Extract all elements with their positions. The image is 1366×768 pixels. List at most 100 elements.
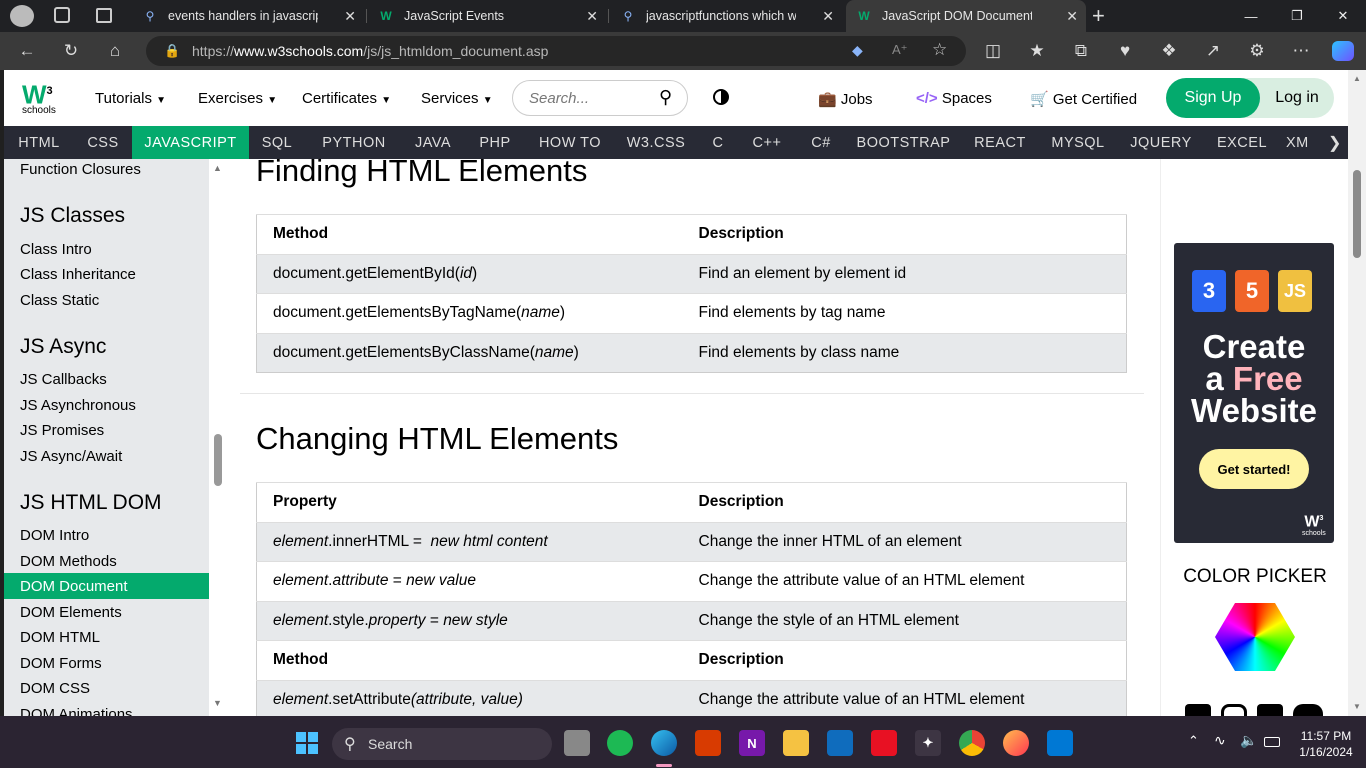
sidebar-item-dom-elements[interactable]: DOM Elements <box>20 604 122 621</box>
topic-excel[interactable]: EXCEL <box>1204 126 1280 159</box>
scroll-up-icon[interactable]: ▲ <box>213 163 222 173</box>
nav-tutorials[interactable]: Tutorials ▼ <box>95 90 166 107</box>
new-tab-button[interactable]: + <box>1092 3 1105 29</box>
onenote-icon[interactable]: N <box>739 730 765 756</box>
sidebar-item-dom-intro[interactable]: DOM Intro <box>20 527 89 544</box>
nav-certificates[interactable]: Certificates ▼ <box>302 90 391 107</box>
sidebar-item-class-static[interactable]: Class Static <box>20 292 99 309</box>
taskbar-search-box[interactable]: ⚲ Search <box>332 728 552 760</box>
topic-cpp[interactable]: C++ <box>737 126 797 159</box>
sidebar-item-class-inheritance[interactable]: Class Inheritance <box>20 266 136 283</box>
chrome-icon[interactable] <box>959 730 985 756</box>
topic-html[interactable]: HTML <box>4 126 74 159</box>
volume-icon[interactable]: 🔈 <box>1240 732 1257 749</box>
task-view-icon[interactable] <box>564 730 590 756</box>
more-menu-icon[interactable]: ⋯ <box>1290 40 1312 62</box>
topic-css[interactable]: CSS <box>74 126 132 159</box>
nav-exercises[interactable]: Exercises ▼ <box>198 90 277 107</box>
sidebar-item-js-asynchronous[interactable]: JS Asynchronous <box>20 397 136 414</box>
sidebar-item-dom-forms[interactable]: DOM Forms <box>20 655 102 672</box>
xbox-game-icon[interactable] <box>871 730 897 756</box>
browser-tab[interactable]: W JavaScript Events ✕ <box>368 0 606 32</box>
firefox-icon[interactable] <box>1003 730 1029 756</box>
topic-bootstrap[interactable]: BOOTSTRAP <box>845 126 962 159</box>
wifi-icon[interactable]: ∿ <box>1214 732 1226 749</box>
dark-mode-toggle-icon[interactable] <box>713 89 729 105</box>
back-icon[interactable]: ← <box>16 40 38 62</box>
topic-c[interactable]: C <box>699 126 737 159</box>
instagram-icon[interactable] <box>1221 704 1247 716</box>
shopping-tag-icon[interactable]: ◆ <box>852 42 863 59</box>
workspaces-icon[interactable] <box>54 7 70 23</box>
favorite-star-icon[interactable]: ☆ <box>932 40 947 60</box>
chevron-right-icon[interactable]: ❯ <box>1322 126 1348 159</box>
browser-tab[interactable]: ⚲ events handlers in javascript list ✕ <box>132 0 364 32</box>
sidebar-item-dom-document[interactable]: DOM Document <box>20 578 128 595</box>
get-started-button[interactable]: Get started! <box>1199 449 1309 489</box>
close-window-button[interactable]: ✕ <box>1320 0 1366 32</box>
address-bar[interactable]: 🔒 https://www.w3schools.com/js/js_htmldo… <box>146 36 966 66</box>
read-aloud-icon[interactable]: A⁺ <box>892 42 908 58</box>
sidebar-item-js-callbacks[interactable]: JS Callbacks <box>20 371 107 388</box>
scroll-down-icon[interactable]: ▼ <box>213 698 222 708</box>
topic-w3css[interactable]: W3.CSS <box>613 126 699 159</box>
browser-tab-active[interactable]: W JavaScript DOM Document ✕ <box>846 0 1086 32</box>
sign-up-button[interactable]: Sign Up <box>1166 78 1260 118</box>
close-tab-icon[interactable]: ✕ <box>586 8 598 25</box>
file-explorer-icon[interactable] <box>783 730 809 756</box>
topic-jquery[interactable]: JQUERY <box>1118 126 1204 159</box>
spaces-link[interactable]: </> Spaces <box>916 90 992 107</box>
battery-icon[interactable] <box>1264 737 1280 747</box>
scroll-up-icon[interactable]: ▲ <box>1353 74 1361 83</box>
extensions-icon[interactable]: ❖ <box>1158 40 1180 62</box>
scroll-down-icon[interactable]: ▼ <box>1353 702 1361 711</box>
close-tab-icon[interactable]: ✕ <box>1066 8 1078 25</box>
linkedin-icon[interactable] <box>1257 704 1283 716</box>
lock-icon[interactable]: 🔒 <box>164 43 180 59</box>
home-icon[interactable]: ⌂ <box>104 40 126 62</box>
microsoft-store-icon[interactable] <box>827 730 853 756</box>
close-tab-icon[interactable]: ✕ <box>822 8 834 25</box>
copilot-icon[interactable] <box>1332 41 1354 61</box>
windows-start-icon[interactable] <box>296 732 318 754</box>
sidebar-item-function-closures[interactable]: Function Closures <box>20 161 141 178</box>
page-scrollbar-thumb[interactable] <box>1353 170 1361 258</box>
sidebar-item-js-promises[interactable]: JS Promises <box>20 422 104 439</box>
vertical-tabs-icon[interactable] <box>96 8 112 23</box>
refresh-icon[interactable]: ↻ <box>60 40 82 62</box>
topic-xml[interactable]: XM <box>1286 126 1322 159</box>
page-scrollbar[interactable]: ▲ ▼ <box>1348 70 1366 716</box>
close-tab-icon[interactable]: ✕ <box>344 8 356 25</box>
favorites-icon[interactable]: ★ <box>1026 40 1048 62</box>
browser-essentials-icon[interactable]: ♥ <box>1114 40 1136 62</box>
topic-csharp[interactable]: C# <box>797 126 845 159</box>
get-certified-link[interactable]: 🛒 Get Certified <box>1030 90 1137 108</box>
jobs-link[interactable]: 💼 Jobs <box>818 90 873 108</box>
profile-avatar-icon[interactable] <box>10 5 34 27</box>
share-icon[interactable]: ↗ <box>1202 40 1224 62</box>
topic-react[interactable]: REACT <box>962 126 1038 159</box>
w3schools-logo[interactable]: W3 schools <box>22 78 66 118</box>
facebook-icon[interactable] <box>1185 704 1211 716</box>
office-icon[interactable] <box>695 730 721 756</box>
restore-button[interactable]: ❐ <box>1274 0 1320 32</box>
sidebar-scrollbar[interactable]: ▲ ▼ <box>212 159 224 716</box>
topic-javascript[interactable]: JAVASCRIPT <box>132 126 249 159</box>
sidebar-item-class-intro[interactable]: Class Intro <box>20 241 92 258</box>
performance-icon[interactable]: ⚙ <box>1246 40 1268 62</box>
edge-icon[interactable] <box>651 730 677 756</box>
sidebar-item-dom-css[interactable]: DOM CSS <box>20 680 90 697</box>
spotify-icon[interactable] <box>607 730 633 756</box>
split-screen-icon[interactable]: ◫ <box>982 40 1004 62</box>
sidebar-item-js-async-await[interactable]: JS Async/Await <box>20 448 122 465</box>
create-website-ad[interactable]: 3 5 JS Create a Free Website Get started… <box>1174 243 1334 543</box>
sidebar-scrollbar-thumb[interactable] <box>214 434 222 486</box>
chevron-up-icon[interactable]: ⌃ <box>1188 733 1199 749</box>
sidebar-item-dom-animations[interactable]: DOM Animations <box>20 706 133 716</box>
sidebar-item-dom-methods[interactable]: DOM Methods <box>20 553 117 570</box>
collections-icon[interactable]: ⧉ <box>1070 40 1092 62</box>
browser-tab[interactable]: ⚲ javascriptfunctions which work o ✕ <box>610 0 842 32</box>
search-input[interactable]: Search... ⚲ <box>512 80 688 116</box>
sidebar-item-dom-html[interactable]: DOM HTML <box>20 629 100 646</box>
discord-icon[interactable] <box>1293 704 1323 716</box>
